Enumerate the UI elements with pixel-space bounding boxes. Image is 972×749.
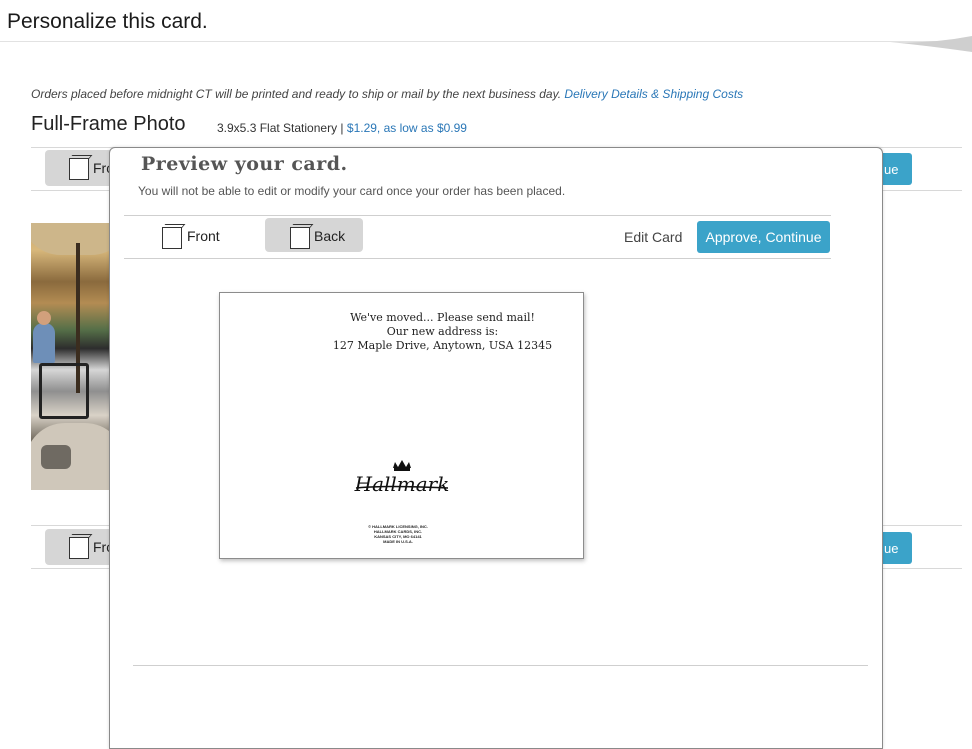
approve-continue-button[interactable]: Approve, Continue — [697, 221, 830, 253]
bg-front-tab[interactable]: Fro — [45, 150, 115, 186]
card-message-line-3: 127 Maple Drive, Anytown, USA 12345 — [332, 339, 553, 352]
card-icon — [162, 227, 182, 249]
card-copyright: © HALLMARK LICENSING, INC. HALLMARK CARD… — [360, 524, 436, 544]
card-message-line-2: Our new address is: — [386, 325, 499, 338]
tab-front-label: Front — [187, 228, 220, 244]
background-card-photo — [31, 223, 111, 490]
card-icon — [69, 158, 89, 180]
modal-subtitle: You will not be able to edit or modify y… — [138, 184, 566, 198]
card-message-line-1: We've moved... Please send mail! — [350, 311, 535, 324]
product-name: Full-Frame Photo — [31, 113, 186, 135]
card-icon — [69, 537, 89, 559]
product-price: $1.29, as low as $0.99 — [346, 121, 467, 135]
tab-back[interactable]: Back — [265, 218, 363, 252]
product-size: 3.9x5.3 Flat Stationery — [217, 121, 338, 135]
bg-approve-button-label: ue — [884, 162, 899, 177]
bg-front-tab-2[interactable]: Fro — [45, 529, 115, 565]
edit-card-link[interactable]: Edit Card — [624, 229, 682, 245]
product-separator: | — [340, 121, 344, 135]
header-divider — [0, 41, 972, 42]
hallmark-logo: Hallmark — [354, 460, 450, 496]
svg-text:Hallmark: Hallmark — [354, 472, 450, 496]
modal-toolbar-rule-bottom — [124, 258, 831, 259]
copyright-line-4: MADE IN U.S.A. — [383, 539, 413, 544]
card-icon — [290, 227, 310, 249]
modal-footer-rule — [133, 665, 868, 666]
modal-toolbar-rule-top — [124, 215, 831, 216]
tab-back-label: Back — [314, 228, 346, 244]
shipping-notice: Orders placed before midnight CT will be… — [31, 87, 743, 101]
product-meta: 3.9x5.3 Flat Stationery | $1.29, as low … — [217, 121, 467, 135]
modal-title: Preview your card. — [141, 153, 348, 175]
bg-approve-button-2-label: ue — [884, 541, 899, 556]
shipping-notice-text: Orders placed before midnight CT will be… — [31, 87, 562, 101]
tab-front[interactable]: Front — [150, 218, 250, 252]
page-title: Personalize this card. — [7, 10, 208, 33]
header-swoosh-decoration — [890, 36, 972, 52]
delivery-details-link[interactable]: Delivery Details & Shipping Costs — [564, 87, 743, 101]
